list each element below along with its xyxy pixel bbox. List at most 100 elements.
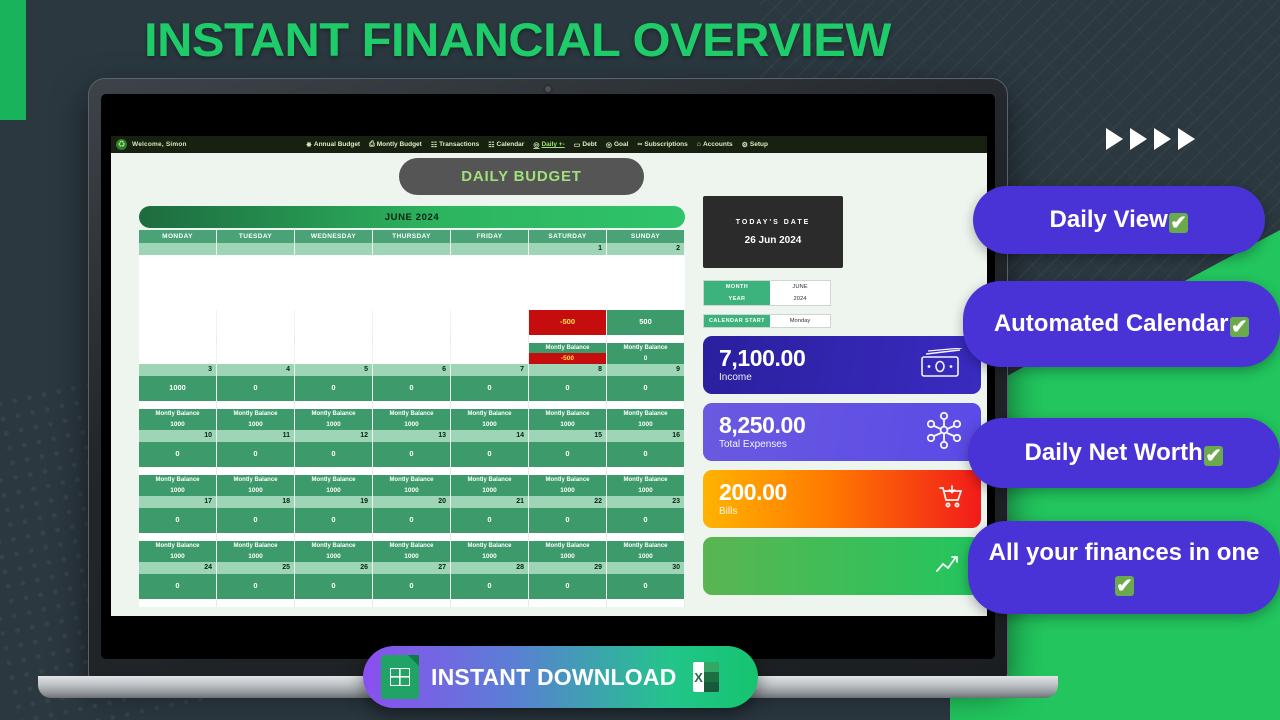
calendar-day-number[interactable]	[451, 243, 529, 255]
calendar-day-value[interactable]: 0	[451, 508, 529, 533]
calendar-day-value[interactable]	[295, 310, 373, 335]
calendar-day-number[interactable]: 20	[373, 496, 451, 508]
calendar-day-value[interactable]: 0	[529, 442, 607, 467]
calendar-day-value[interactable]	[373, 310, 451, 335]
calendar-day-number[interactable]: 7	[451, 364, 529, 376]
calendar-day-value[interactable]: 0	[451, 376, 529, 401]
setting-row[interactable]: MONTH JUNE	[704, 281, 830, 293]
calendar-day-value[interactable]	[139, 310, 217, 335]
month-year-settings[interactable]: MONTH JUNE YEAR 2024	[703, 280, 831, 306]
calendar-day-number[interactable]	[217, 243, 295, 255]
calendar-day-value[interactable]: 0	[139, 574, 217, 599]
calendar-day-number[interactable]	[139, 243, 217, 255]
calendar-day-value[interactable]: 0	[373, 376, 451, 401]
calendar-day-number[interactable]: 23	[607, 496, 685, 508]
calendar-day-value[interactable]	[217, 310, 295, 335]
calendar-day-value[interactable]: 0	[295, 442, 373, 467]
nav-item-goal[interactable]: ◎ Goal	[606, 141, 629, 149]
calendar-day-value[interactable]: 0	[373, 574, 451, 599]
calendar-day-value[interactable]: 0	[295, 508, 373, 533]
calendar-day-number[interactable]: 4	[217, 364, 295, 376]
calendar-day-number[interactable]: 30	[607, 562, 685, 574]
nav-item-calendar[interactable]: ☷ Calendar	[488, 141, 524, 149]
calendar-blank-cell	[295, 533, 373, 541]
calendar-day-number[interactable]: 2	[607, 243, 685, 255]
calendar-day-value[interactable]: 0	[139, 508, 217, 533]
nav-item-subscriptions[interactable]: ∞ Subscriptions	[637, 141, 687, 148]
calendar-day-value[interactable]: 0	[295, 574, 373, 599]
calendar-day-number[interactable]: 21	[451, 496, 529, 508]
calendar-day-number[interactable]: 3	[139, 364, 217, 376]
feature-pill-daily-view[interactable]: Daily View ✔	[973, 186, 1265, 254]
setting-value[interactable]: JUNE	[770, 281, 830, 293]
calendar-day-value[interactable]: 0	[607, 376, 685, 401]
calendar-day-number[interactable]: 9	[607, 364, 685, 376]
calendar-start-value[interactable]: Monday	[770, 315, 830, 327]
calendar-day-value[interactable]: 0	[217, 376, 295, 401]
calendar-day-number[interactable]: 24	[139, 562, 217, 574]
calendar-day-number[interactable]: 22	[529, 496, 607, 508]
calendar-day-number[interactable]: 25	[217, 562, 295, 574]
calendar-day-number[interactable]: 13	[373, 430, 451, 442]
nav-item-annual-budget[interactable]: ✸ Annual Budget	[306, 141, 360, 149]
calendar-day-number[interactable]: 14	[451, 430, 529, 442]
setting-row[interactable]: YEAR 2024	[704, 293, 830, 305]
instant-download-button[interactable]: INSTANT DOWNLOAD X	[363, 646, 758, 708]
calendar-day-value[interactable]: 0	[295, 376, 373, 401]
calendar-day-value[interactable]: 0	[373, 508, 451, 533]
calendar-day-number[interactable]: 1	[529, 243, 607, 255]
printer-icon: ⎙	[369, 140, 375, 148]
nav-item-daily[interactable]: ◎ Daily +-	[533, 141, 564, 149]
calendar-day-value[interactable]: 1000	[139, 376, 217, 401]
calendar-day-number[interactable]: 16	[607, 430, 685, 442]
calendar-day-number[interactable]: 12	[295, 430, 373, 442]
setting-row[interactable]: CALENDAR START Monday	[704, 315, 830, 327]
calendar-day-value[interactable]: 0	[607, 442, 685, 467]
calendar-day-number[interactable]: 27	[373, 562, 451, 574]
nav-item-setup[interactable]: ⚙ Setup	[742, 141, 768, 149]
calendar-day-value[interactable]: 0	[217, 508, 295, 533]
calendar-day-value[interactable]: 0	[373, 442, 451, 467]
calendar-day-number[interactable]: 28	[451, 562, 529, 574]
nav-item-transactions[interactable]: ☷ Transactions	[431, 141, 479, 149]
calendar-day-number[interactable]: 15	[529, 430, 607, 442]
calendar-day-value[interactable]: 0	[607, 508, 685, 533]
calendar-day-number[interactable]: 17	[139, 496, 217, 508]
nav-item-montly-budget[interactable]: ⎙ Montly Budget	[369, 141, 422, 149]
calendar-day-value[interactable]: 0	[217, 574, 295, 599]
calendar-day-value[interactable]: 0	[217, 442, 295, 467]
calendar-day-number[interactable]: 5	[295, 364, 373, 376]
calendar-start-setting[interactable]: CALENDAR START Monday	[703, 314, 831, 328]
nav-item-list: ✸ Annual Budget ⎙ Montly Budget ☷ Transaction…	[306, 141, 768, 149]
calendar-day-value[interactable]: 0	[139, 442, 217, 467]
summary-card-label: Income	[719, 371, 752, 383]
calendar-day-value[interactable]: -500	[529, 310, 607, 335]
calendar-day-value[interactable]: 0	[451, 442, 529, 467]
calendar-day-number[interactable]: 29	[529, 562, 607, 574]
calendar-day-number[interactable]	[295, 243, 373, 255]
calendar-day-number[interactable]: 8	[529, 364, 607, 376]
calendar-day-number[interactable]	[373, 243, 451, 255]
calendar-day-value[interactable]: 0	[451, 574, 529, 599]
calendar-day-number[interactable]: 11	[217, 430, 295, 442]
calendar-day-number[interactable]: 18	[217, 496, 295, 508]
setting-value[interactable]: 2024	[770, 293, 830, 305]
feature-pill-automated-calendar[interactable]: Automated Calendar ✔	[963, 281, 1280, 367]
monthly-balance-label-row: Montly Balance Montly Balance Montly Balan…	[139, 541, 685, 551]
calendar-day-value[interactable]: 0	[529, 574, 607, 599]
calendar-day-number[interactable]: 6	[373, 364, 451, 376]
nav-item-accounts[interactable]: ⌂ Accounts	[697, 141, 733, 148]
feature-pill-daily-net-worth[interactable]: Daily Net Worth ✔	[968, 418, 1280, 488]
feature-pill-all-finances[interactable]: All your finances in one✔	[968, 521, 1280, 614]
calendar-day-number[interactable]: 10	[139, 430, 217, 442]
calendar-day-number[interactable]: 19	[295, 496, 373, 508]
calendar-day-value[interactable]	[451, 310, 529, 335]
calendar-day-value[interactable]: 0	[529, 508, 607, 533]
calendar-day-number[interactable]: 26	[295, 562, 373, 574]
calendar-day-value[interactable]: 0	[607, 574, 685, 599]
calendar-blank-cell	[607, 401, 685, 409]
nav-item-debt[interactable]: ▭ Debt	[574, 141, 597, 149]
calendar-day-value[interactable]: 500	[607, 310, 685, 335]
calendar-blank-cell	[607, 467, 685, 475]
calendar-day-value[interactable]: 0	[529, 376, 607, 401]
